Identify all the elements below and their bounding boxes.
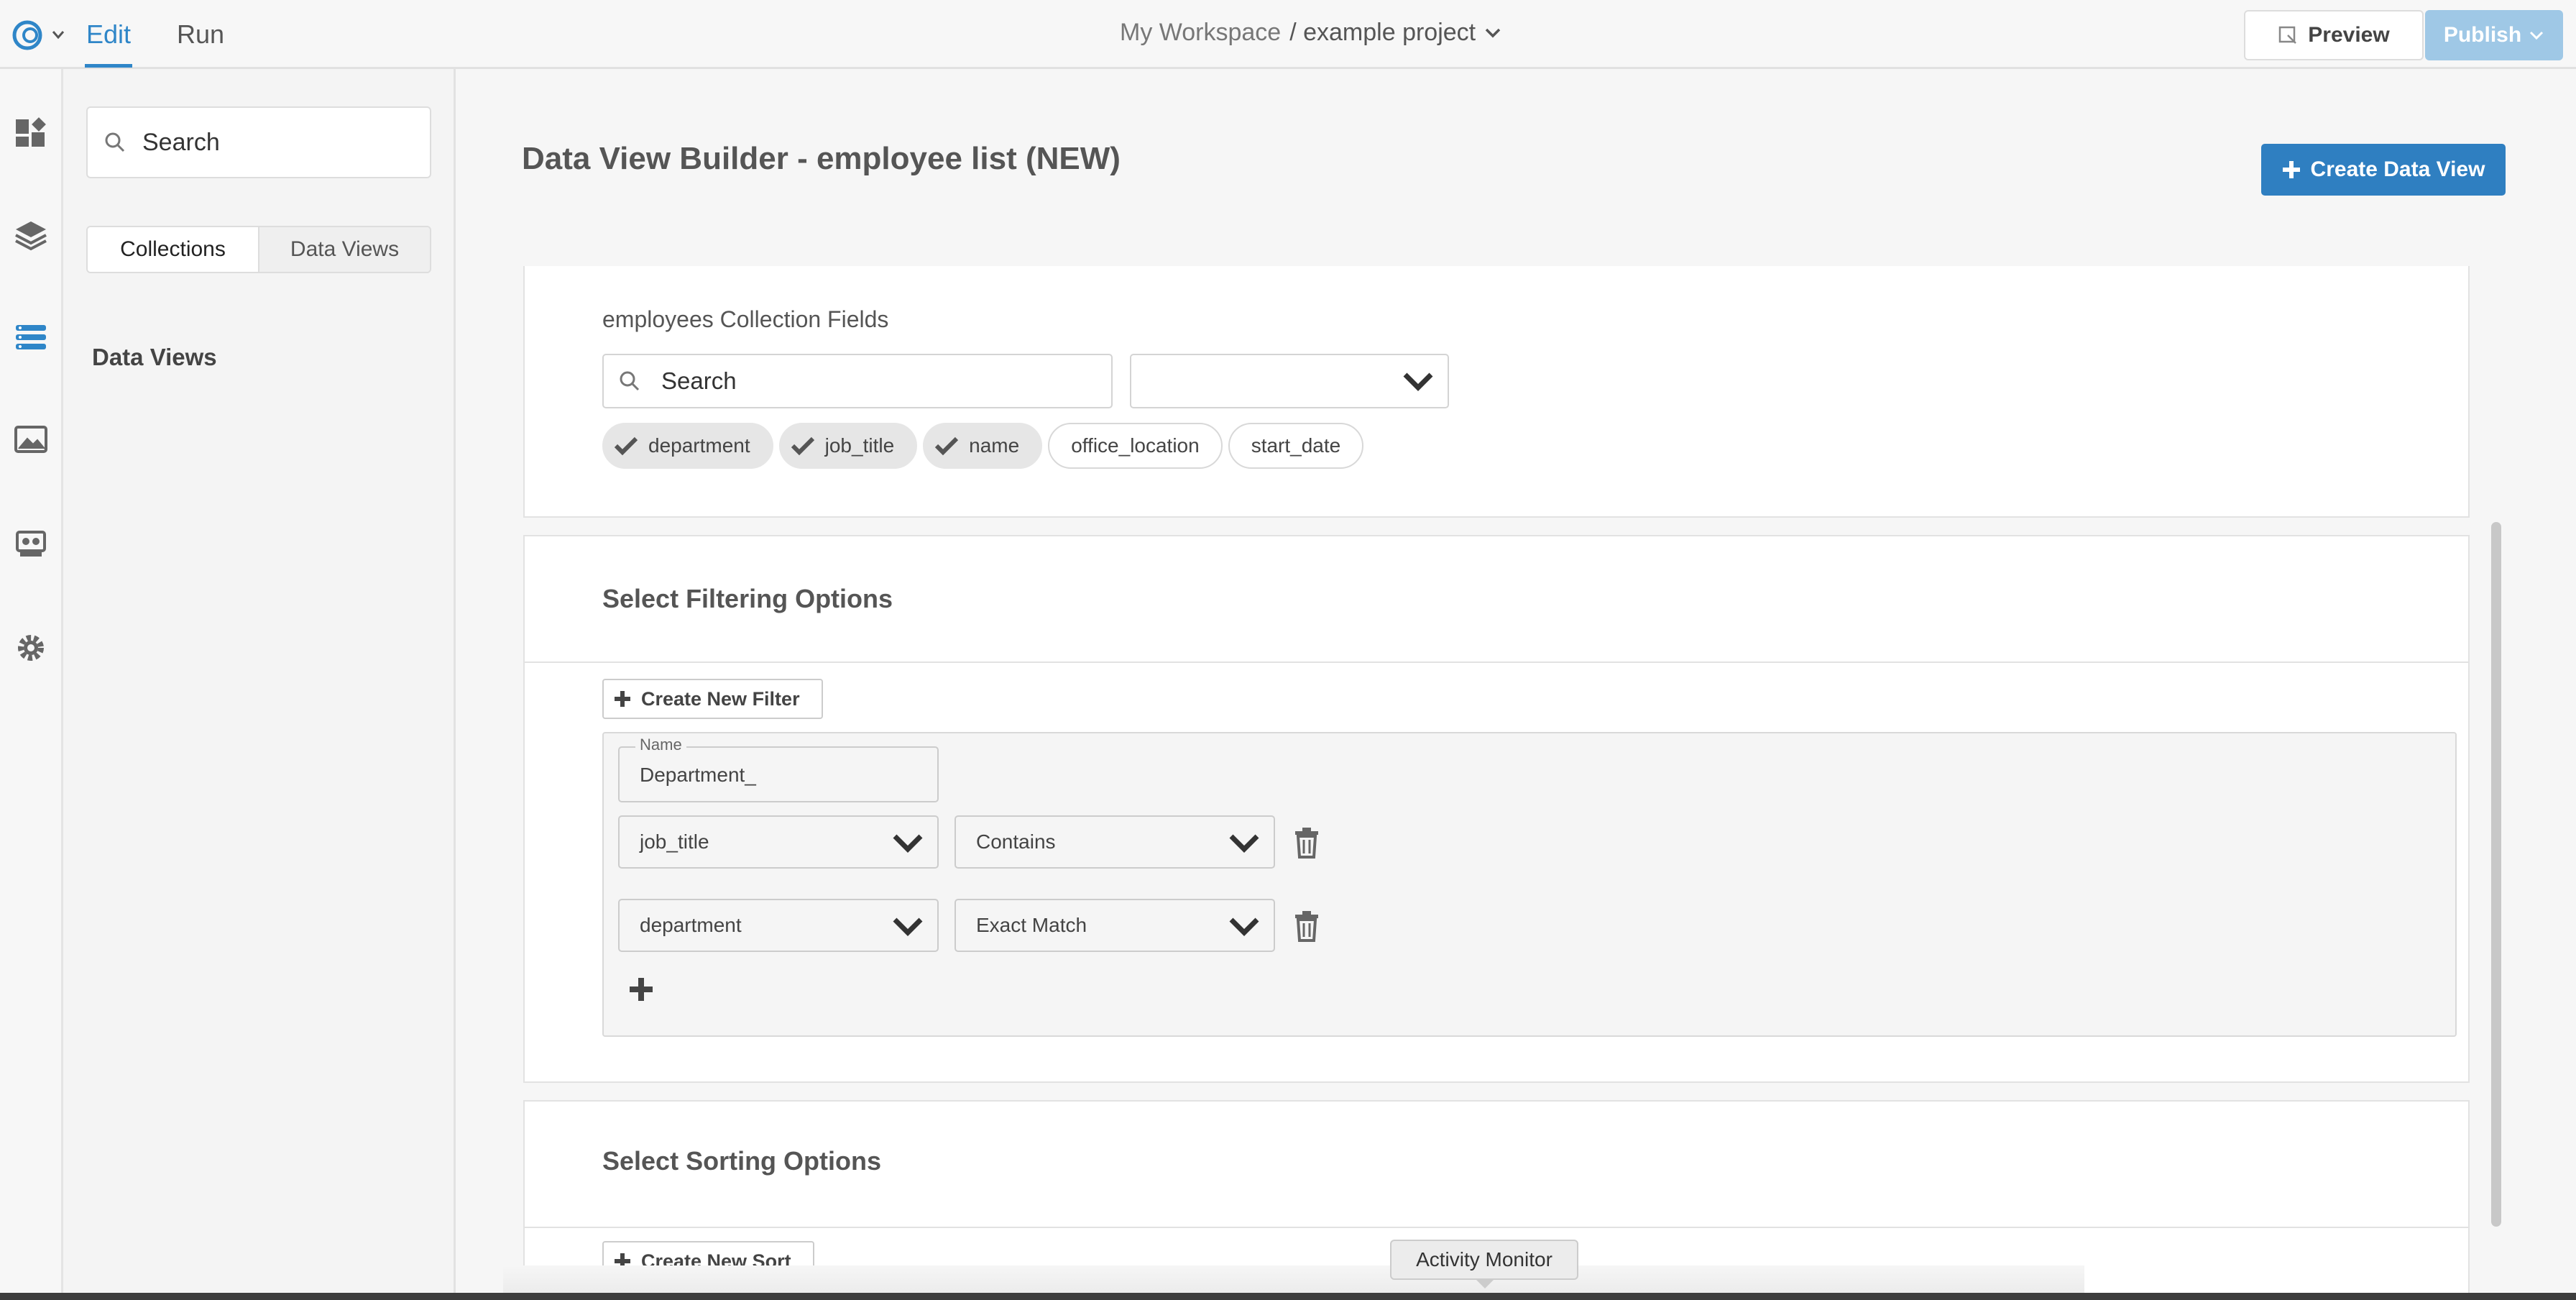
chevron-down-icon	[1403, 372, 1433, 391]
breadcrumb[interactable]: My Workspace / example project	[1120, 19, 1501, 47]
condition-field-select[interactable]: department	[618, 899, 939, 952]
condition-operator-value: Exact Match	[976, 914, 1087, 936]
layers-icon[interactable]	[13, 217, 49, 253]
condition-operator-select[interactable]: Contains	[954, 815, 1275, 869]
side-search-placeholder: Search	[142, 128, 220, 156]
side-search-input[interactable]: Search	[86, 106, 431, 178]
list-icon[interactable]	[13, 319, 49, 355]
chip-label: job_title	[824, 434, 895, 457]
tooltip-arrow	[1475, 1278, 1495, 1288]
fields-search-input[interactable]: Search	[602, 354, 1113, 408]
chevron-down-icon	[1229, 834, 1259, 853]
integrations-icon[interactable]	[13, 526, 49, 562]
search-icon	[620, 371, 640, 391]
filter-name-legend: Name	[635, 738, 686, 752]
activity-monitor-tooltip: Activity Monitor	[1390, 1240, 1578, 1280]
filter-editor: Name Department_ job_title Contains depa…	[602, 732, 2457, 1037]
add-condition-icon[interactable]	[628, 976, 654, 1002]
tab-run[interactable]: Run	[177, 16, 224, 68]
plus-icon	[615, 691, 630, 707]
sorting-title: Select Sorting Options	[602, 1146, 882, 1176]
preview-label: Preview	[2308, 23, 2390, 47]
tab-collections[interactable]: Collections	[88, 227, 259, 272]
window-bottom-edge	[0, 1293, 2576, 1300]
dashboard-icon[interactable]	[13, 115, 49, 151]
chip-label: name	[969, 434, 1020, 457]
chip-name[interactable]: name	[923, 423, 1043, 469]
tab-data-views[interactable]: Data Views	[259, 227, 430, 272]
preview-icon	[2279, 26, 2297, 44]
create-data-view-label: Create Data View	[2310, 157, 2485, 181]
preview-button[interactable]: Preview	[2244, 10, 2424, 60]
condition-operator-select[interactable]: Exact Match	[954, 899, 1275, 952]
app-logo-menu[interactable]	[12, 19, 69, 52]
chip-start-date[interactable]: start_date	[1228, 423, 1364, 469]
create-new-filter-label: Create New Filter	[641, 687, 800, 710]
workspace-name: My Workspace	[1120, 19, 1282, 46]
trash-icon[interactable]	[1292, 910, 1321, 942]
condition-operator-value: Contains	[976, 830, 1056, 853]
side-tabs: Collections Data Views	[86, 226, 431, 273]
side-panel: Search Collections Data Views Data Views	[63, 69, 456, 1300]
divider	[525, 1227, 2468, 1228]
filter-name-value: Department_	[640, 764, 756, 786]
side-heading: Data Views	[92, 344, 217, 370]
project-name: / example project	[1289, 19, 1476, 46]
page-title: Data View Builder - employee list (NEW)	[522, 141, 1121, 176]
chip-office-location[interactable]: office_location	[1048, 423, 1223, 469]
main-scrollbar[interactable]	[2491, 522, 2501, 1227]
publish-button[interactable]: Publish	[2425, 10, 2563, 60]
checkmark-icon	[791, 436, 814, 456]
fields-label: employees Collection Fields	[602, 306, 889, 332]
gear-icon[interactable]	[13, 630, 49, 666]
chevron-down-icon	[1485, 28, 1501, 37]
create-new-filter-button[interactable]: Create New Filter	[602, 679, 823, 719]
chip-job-title[interactable]: job_title	[778, 423, 918, 469]
chevron-down-icon	[2530, 31, 2544, 40]
checkmark-icon	[935, 436, 959, 456]
chip-label: office_location	[1071, 434, 1200, 457]
condition-field-value: department	[640, 914, 742, 936]
filtering-title: Select Filtering Options	[602, 584, 893, 613]
top-bar: Edit Run My Workspace / example project …	[0, 0, 2576, 69]
field-chips: department job_title name office_locatio…	[602, 423, 1364, 469]
plus-icon	[2282, 161, 2300, 178]
chevron-down-icon	[1229, 917, 1259, 936]
chip-label: department	[648, 434, 750, 457]
divider	[525, 662, 2468, 663]
fields-search-placeholder: Search	[661, 367, 737, 394]
chevron-down-icon	[893, 917, 923, 936]
chevron-down-icon	[893, 834, 923, 853]
fields-filter-select[interactable]	[1130, 354, 1449, 408]
checkmark-icon	[614, 436, 638, 456]
create-data-view-button[interactable]: Create Data View	[2261, 144, 2506, 196]
publish-label: Publish	[2443, 23, 2522, 47]
icon-rail	[0, 69, 63, 1300]
filter-name-field[interactable]: Name Department_	[618, 738, 939, 802]
filtering-card: Select Filtering Options Create New Filt…	[523, 535, 2470, 1083]
chip-label: start_date	[1251, 434, 1341, 457]
fields-card: employees Collection Fields Search depar…	[523, 266, 2470, 518]
search-icon	[105, 132, 125, 152]
image-icon[interactable]	[13, 421, 49, 457]
condition-field-value: job_title	[640, 830, 709, 853]
tab-edit[interactable]: Edit	[85, 16, 133, 68]
trash-icon[interactable]	[1292, 827, 1321, 859]
chip-department[interactable]: department	[602, 423, 773, 469]
condition-field-select[interactable]: job_title	[618, 815, 939, 869]
